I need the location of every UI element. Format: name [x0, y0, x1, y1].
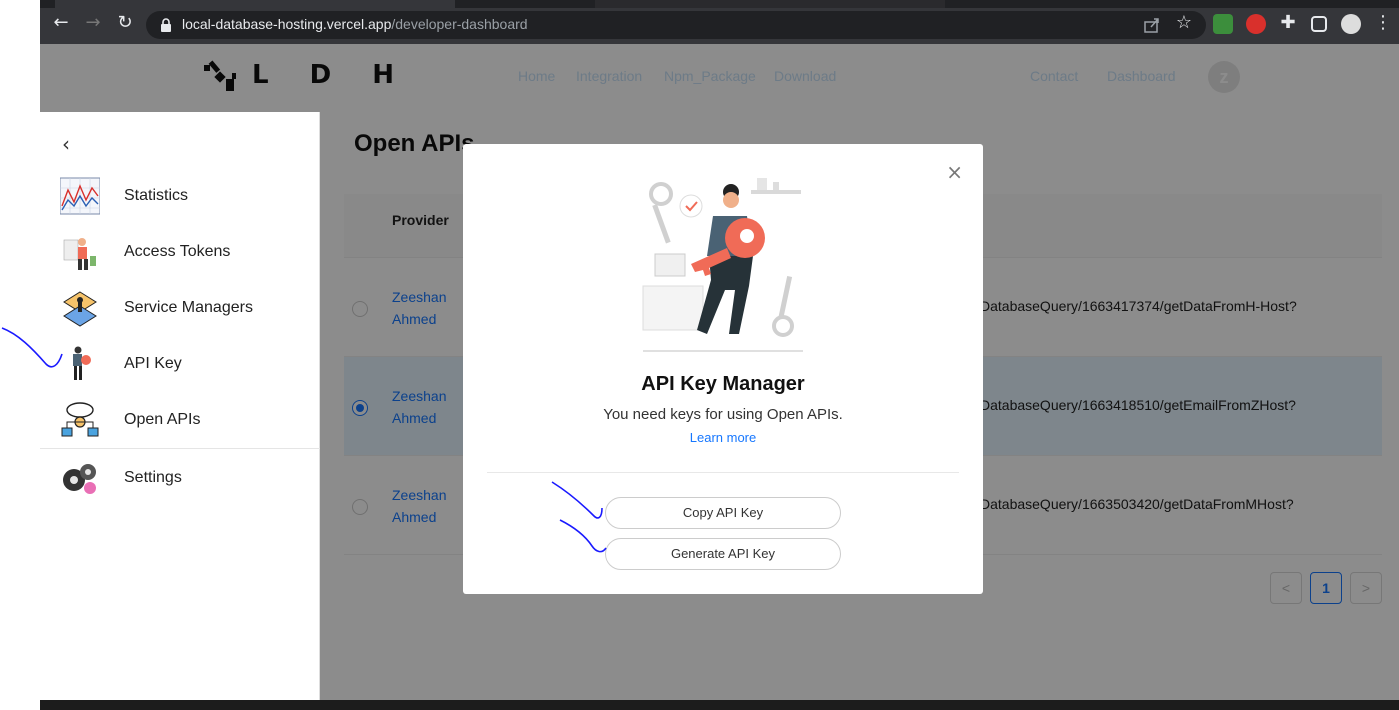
sidebar-item-label: Service Managers	[124, 299, 253, 316]
man-holding-key-illustration	[642, 178, 803, 352]
forward-arrow-icon[interactable]: →	[82, 12, 104, 34]
adblock-icon[interactable]	[1246, 14, 1266, 34]
sidebar: ‹ Statistics Access Tokens Service Manag…	[40, 112, 320, 700]
url-text[interactable]: local-database-hosting.vercel.app/develo…	[182, 16, 528, 32]
modal-subtitle: You need keys for using Open APIs.	[603, 406, 843, 423]
browser-tab-active[interactable]	[55, 0, 455, 8]
close-icon[interactable]: ×	[946, 160, 963, 184]
os-taskbar	[40, 700, 1399, 710]
reload-icon[interactable]: ↻	[114, 12, 136, 34]
copy-api-key-button[interactable]: Copy API Key	[605, 497, 841, 529]
sidebar-item-service-managers[interactable]: Service Managers	[40, 282, 320, 334]
chevron-left-icon[interactable]: ‹	[62, 132, 70, 156]
page-left-margin	[0, 0, 40, 710]
sidebar-item-open-apis[interactable]: Open APIs	[40, 394, 320, 446]
puzzle-extensions-icon[interactable]: ✚	[1277, 12, 1299, 34]
extension-icon[interactable]	[1213, 14, 1233, 34]
sidebar-item-settings[interactable]: Settings	[40, 452, 320, 504]
generate-api-key-button[interactable]: Generate API Key	[605, 538, 841, 570]
statistics-chart-icon	[60, 177, 100, 215]
api-key-icon	[73, 346, 91, 380]
sidebar-item-statistics[interactable]: Statistics	[40, 170, 320, 222]
sidebar-item-label: Open APIs	[124, 411, 201, 428]
bookmark-star-icon[interactable]: ☆	[1173, 12, 1195, 34]
sidebar-item-label: Statistics	[124, 187, 189, 204]
sidebar-item-label: API Key	[124, 355, 182, 372]
lock-icon	[161, 18, 171, 32]
settings-gears-icon	[63, 464, 96, 494]
access-tokens-icon	[63, 238, 96, 270]
api-key-manager-modal: × API Key Manager You need keys for usin…	[463, 144, 983, 594]
sidebar-item-api-key[interactable]: API Key	[40, 338, 320, 390]
browser-tab[interactable]	[595, 0, 945, 8]
sidebar-divider	[40, 448, 320, 449]
modal-title: API Key Manager	[641, 373, 805, 395]
sidebar-item-label: Access Tokens	[124, 243, 231, 260]
sidepanel-icon[interactable]	[1311, 16, 1327, 32]
learn-more-link[interactable]: Learn more	[463, 430, 983, 445]
back-arrow-icon[interactable]: ←	[50, 12, 72, 34]
open-apis-network-icon	[61, 402, 99, 437]
share-icon[interactable]	[1143, 16, 1161, 34]
sidebar-item-label: Settings	[124, 469, 182, 486]
sidebar-item-access-tokens[interactable]: Access Tokens	[40, 226, 320, 278]
modal-divider	[487, 472, 959, 473]
profile-avatar-icon[interactable]	[1341, 14, 1361, 34]
menu-dots-icon[interactable]: ⋮	[1372, 12, 1394, 34]
service-managers-icon	[63, 291, 97, 327]
